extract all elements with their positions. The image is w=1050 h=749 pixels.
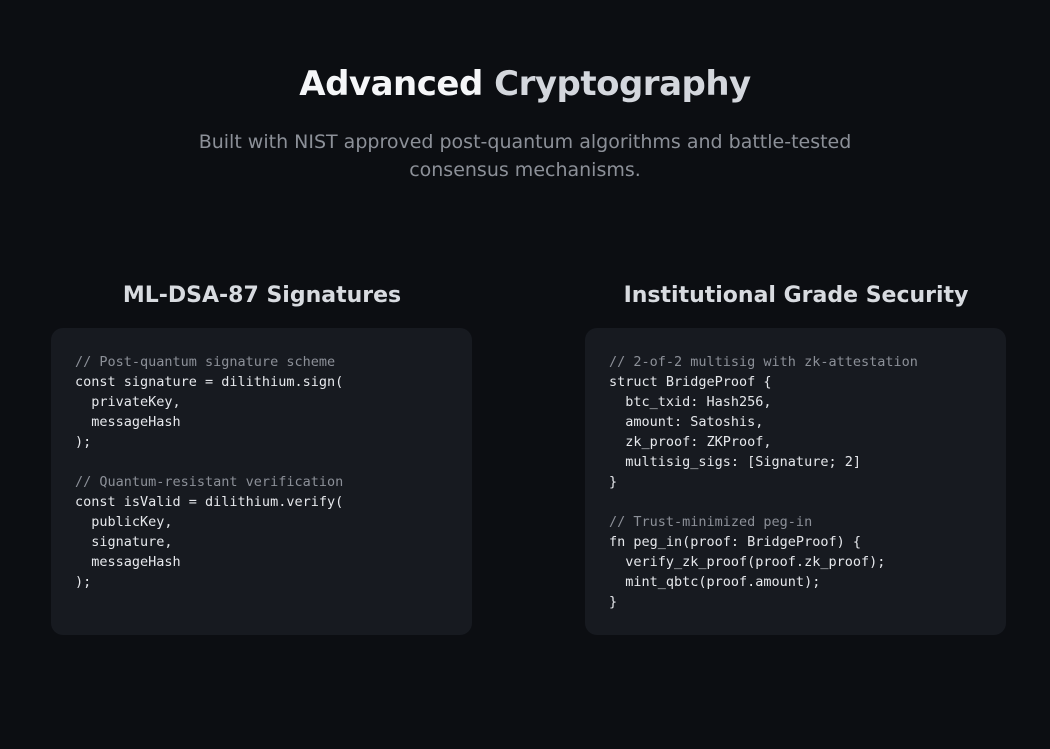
code-line: privateKey, [75,394,181,410]
hero-title-part1: Advanced [299,64,483,104]
hero-title: Advanced Cryptography [0,62,1050,106]
code-line: fn peg_in(proof: BridgeProof) { [609,534,861,550]
code-line: // Trust-minimized peg-in [609,514,813,530]
code-line: ); [75,434,92,450]
code-line: } [609,594,618,610]
code-line: amount: Satoshis, [609,414,764,430]
code-line: // Post-quantum signature scheme [75,354,336,370]
code-line: mint_qbtc(proof.amount); [609,574,821,590]
code-line: messageHash [75,554,181,570]
code-line: zk_proof: ZKProof, [609,434,772,450]
code-line: signature, [75,534,173,550]
code-card-signatures: // Post-quantum signature scheme const si… [51,328,472,635]
hero-section: Advanced Cryptography Built with NIST ap… [0,62,1050,184]
hero-subtitle: Built with NIST approved post-quantum al… [198,131,852,181]
code-line: const signature = dilithium.sign( [75,374,344,390]
code-line: } [609,474,618,490]
code-line: multisig_sigs: [Signature; 2] [609,454,861,470]
code-line: ); [75,574,92,590]
feature-title-signatures: ML-DSA-87 Signatures [122,283,402,308]
code-block-signatures: // Post-quantum signature scheme const si… [75,352,448,592]
code-line: // Quantum-resistant verification [75,474,344,490]
code-line: struct BridgeProof { [609,374,772,390]
code-line: btc_txid: Hash256, [609,394,772,410]
code-line: verify_zk_proof(proof.zk_proof); [609,554,886,570]
code-line: messageHash [75,414,181,430]
code-line: const isValid = dilithium.verify( [75,494,344,510]
code-card-security: // 2-of-2 multisig with zk-attestation st… [585,328,1006,635]
code-block-security: // 2-of-2 multisig with zk-attestation st… [609,352,982,612]
code-line: publicKey, [75,514,173,530]
feature-title-security: Institutional Grade Security [623,283,969,308]
code-line: // 2-of-2 multisig with zk-attestation [609,354,918,370]
hero-title-part2: Cryptography [494,64,751,104]
